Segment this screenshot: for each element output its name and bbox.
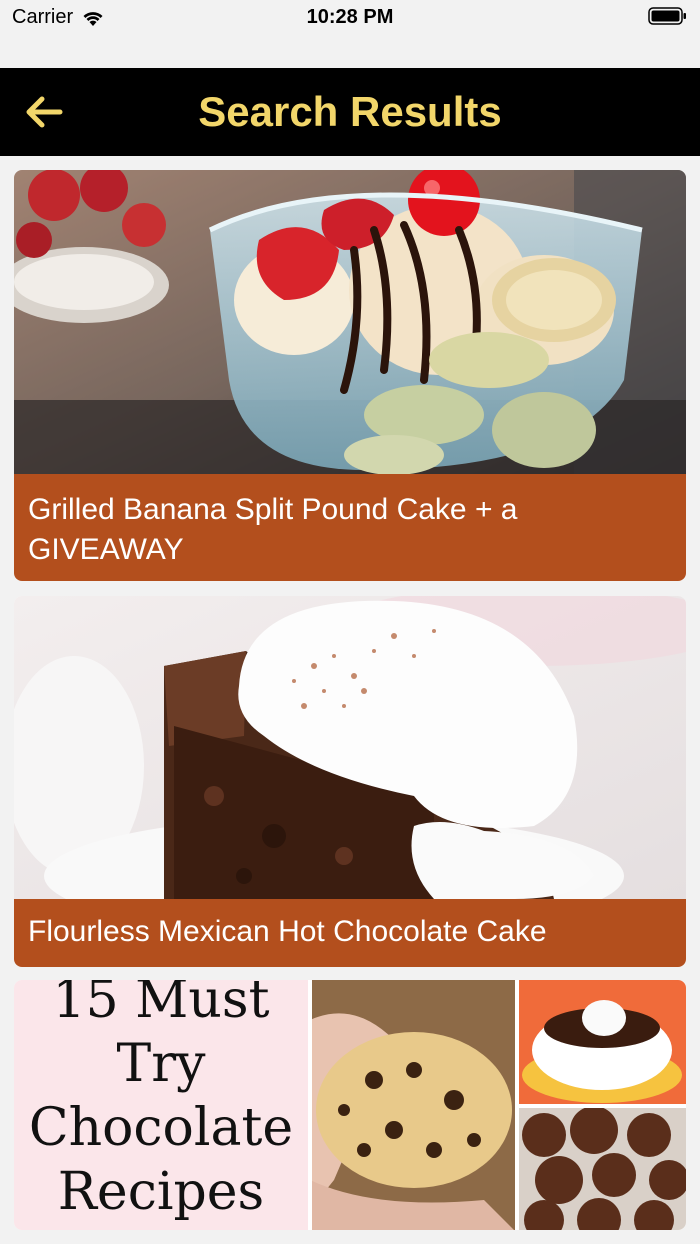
collage-text-panel: 15 Must Try Chocolate Recipes [14, 980, 308, 1230]
status-time: 10:28 PM [306, 6, 394, 28]
chocolate-cake-with-cream-photo [14, 596, 686, 899]
status-bar: Carrier 10:28 PM [0, 0, 700, 68]
chocolate-recipes-collage: 15 Must Try Chocolate Recipes [14, 980, 686, 1230]
battery-icon [648, 7, 686, 25]
banana-split-sundae-photo [14, 170, 686, 474]
page-title: Search Results [198, 88, 502, 135]
result-title: Grilled Banana Split Pound Cake + a GIVE… [14, 474, 686, 581]
result-card[interactable]: Flourless Mexican Hot Chocolate Cake [14, 596, 686, 967]
result-card[interactable]: 15 Must Try Chocolate Recipes [14, 980, 686, 1230]
result-title: Flourless Mexican Hot Chocolate Cake [14, 899, 686, 967]
collage-text: 15 Must Try Chocolate Recipes [28, 980, 294, 1222]
result-card[interactable]: Grilled Banana Split Pound Cake + a GIVE… [14, 170, 686, 581]
navigation-bar: Search Results [0, 68, 700, 156]
